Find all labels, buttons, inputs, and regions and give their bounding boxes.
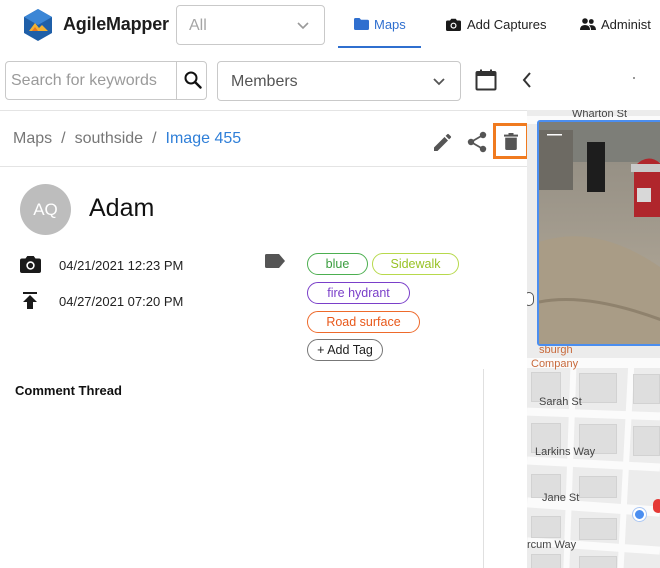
street-label: Company — [531, 358, 579, 370]
map-road — [527, 456, 660, 472]
street-label: rcum Way — [527, 539, 577, 551]
user-name: Adam — [89, 194, 155, 222]
people-icon — [580, 18, 596, 30]
map-road — [527, 407, 660, 421]
map-filter-select[interactable]: All — [176, 5, 325, 45]
search-icon — [184, 71, 202, 89]
toolbar-dot — [633, 77, 635, 79]
collapse-thumbnail-button[interactable]: — — [547, 126, 562, 143]
share-icon[interactable] — [467, 131, 487, 153]
capture-date: 04/21/2021 12:23 PM — [59, 258, 184, 273]
breadcrumb-separator: / — [61, 130, 66, 147]
breadcrumb-current: Image 455 — [165, 130, 242, 147]
map-building — [633, 426, 660, 456]
hydrant-photo — [539, 122, 660, 344]
breadcrumb-maps[interactable]: Maps — [13, 130, 52, 147]
map-building — [579, 373, 617, 403]
breadcrumb: Maps / southside / Image 455 — [13, 130, 241, 148]
members-select-value: Members — [231, 73, 298, 90]
current-location-marker[interactable] — [633, 508, 646, 521]
brand-name: AgileMapper — [63, 14, 169, 34]
tag-icon — [265, 254, 285, 268]
breadcrumb-folder[interactable]: southside — [75, 130, 144, 147]
camera-icon — [20, 256, 41, 273]
map-building — [579, 476, 617, 498]
map-pin[interactable] — [653, 499, 660, 513]
image-thumbnail[interactable]: — — [537, 120, 660, 346]
folder-icon — [354, 18, 369, 30]
header-divider — [0, 166, 527, 167]
map-marker-edge[interactable] — [527, 292, 534, 306]
map-building — [579, 556, 617, 568]
comment-thread-title: Comment Thread — [15, 383, 122, 398]
tag-chip[interactable]: fire hydrant — [307, 282, 410, 304]
street-label: Jane St — [542, 492, 580, 504]
breadcrumb-separator: / — [152, 130, 157, 147]
upload-icon — [23, 292, 37, 309]
chevron-down-icon — [433, 78, 445, 86]
street-label: Wharton St — [572, 110, 628, 120]
top-bar: AgileMapper All Maps Add Captures Admini… — [0, 0, 660, 54]
nav-tab-maps-label: Maps — [374, 17, 406, 32]
map-building — [531, 516, 561, 538]
nav-tab-administration-label: Administ — [601, 17, 651, 32]
upload-date: 04/27/2021 07:20 PM — [59, 294, 184, 309]
edit-icon[interactable] — [433, 132, 453, 152]
tag-chip[interactable]: Road surface — [307, 311, 420, 333]
tag-chip[interactable]: blue — [307, 253, 368, 275]
map-building — [531, 554, 561, 568]
avatar: AQ — [20, 184, 71, 235]
trash-icon — [504, 133, 518, 150]
image-detail-panel: Maps / southside / Image 455 AQ Adam 04/21/2… — [0, 110, 529, 568]
delete-button[interactable] — [493, 123, 529, 159]
map-view[interactable]: Wharton St sburgh Company Sarah St Larki… — [527, 110, 660, 568]
search-input[interactable] — [7, 63, 173, 98]
chevron-down-icon — [297, 22, 309, 30]
camera-icon — [446, 18, 461, 31]
add-tag-button[interactable]: + Add Tag — [307, 339, 383, 361]
map-building — [579, 518, 617, 540]
map-building — [633, 374, 660, 404]
agilemapper-logo[interactable] — [23, 8, 53, 42]
street-label: Larkins Way — [535, 446, 596, 458]
street-label: Sarah St — [539, 396, 582, 408]
search-button[interactable] — [177, 62, 207, 99]
panel-scroll-divider — [483, 369, 484, 568]
map-filter-value: All — [189, 17, 207, 34]
tag-chip[interactable]: Sidewalk — [372, 253, 459, 275]
keyword-search — [5, 61, 207, 100]
chevron-left-icon[interactable] — [521, 71, 533, 89]
nav-tab-add-captures-label: Add Captures — [467, 17, 547, 32]
nav-tab-maps[interactable]: Maps — [338, 0, 421, 48]
calendar-icon[interactable] — [475, 69, 497, 91]
members-select[interactable]: Members — [217, 61, 461, 101]
